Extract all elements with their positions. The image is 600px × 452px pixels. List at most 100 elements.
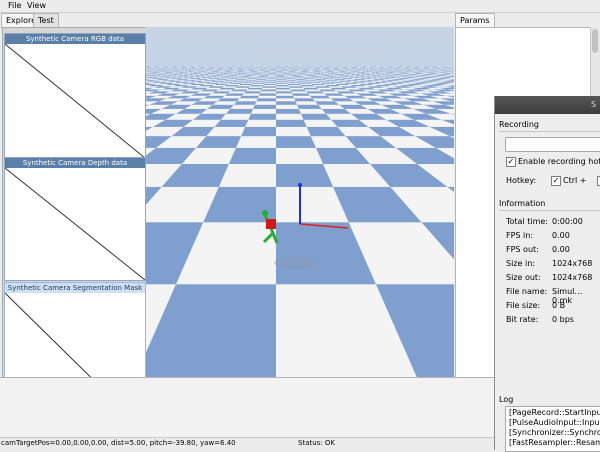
floor-tile [250,85,264,86]
log-view[interactable]: [PageRecord::StartInput [PulseAudioInput… [505,406,600,452]
floor-tile [311,77,321,78]
hotkey-label: Hotkey: [506,176,536,185]
floor-tile [300,75,309,76]
floor-tile [321,74,330,75]
floor-tile [284,76,293,77]
floor-tile [241,127,276,136]
floor-tile [269,74,277,75]
floor-tile [320,74,329,75]
floor-tile [298,74,306,75]
floor-tile [261,74,269,75]
ctrl-checkbox[interactable]: ✓ [551,176,561,186]
app-status-text: Status: OK [298,438,335,449]
floor-tile [276,91,292,93]
floor-tile [299,75,308,76]
floor-tile [276,127,311,136]
floor-tile [276,96,294,99]
floor-tile [310,76,320,77]
floor-tile [253,83,265,84]
floor-tile [230,77,241,78]
floor-tile [233,76,243,77]
floor-tile [276,84,288,85]
info-value: 0:00:00 [552,217,583,226]
floor-tile [251,76,260,77]
depth-camera-placeholder [5,168,145,280]
floor-tile [221,114,251,120]
floor-tile [254,81,265,82]
rgb-camera-panel[interactable]: Synthetic Camera RGB data [4,33,146,159]
floor-tile [311,84,325,85]
floor-tile [229,148,276,164]
floor-tile [320,77,330,78]
floor-tile [237,98,258,101]
info-label: Bit rate: [506,315,538,324]
log-section-label: Log [499,395,513,404]
floor-tile [239,84,252,85]
log-line: [Synchronizer::Synchro [509,428,600,438]
params-scroll-thumb[interactable] [592,29,598,53]
floor-tile [261,90,276,92]
floor-tile [286,80,297,81]
tab-params[interactable]: Params [455,13,495,27]
floor-tile [224,76,234,77]
menu-file[interactable]: File [8,1,21,11]
floor-tile [231,82,244,83]
floor-tile [236,79,247,80]
floor-tile [230,105,255,109]
left-tab-bar: Explorer Test [0,13,146,27]
robot-shadow [274,257,318,269]
enable-hotkey-checkbox[interactable]: ✓ [506,157,516,167]
depth-camera-panel[interactable]: Synthetic Camera Depth data [4,157,146,281]
floor-tile [226,76,236,77]
floor-tile [276,77,285,78]
floor-tile [259,76,268,77]
floor-tile [276,93,293,95]
floor-tile [276,109,301,114]
floor-tile [312,74,321,75]
floor-tile [309,76,318,77]
floor-tile [276,90,291,92]
floor-tile [221,75,230,76]
tab-test[interactable]: Test [33,13,59,27]
floor-tile [224,80,236,81]
floor-tile [260,75,268,76]
recording-output-field[interactable] [505,137,600,152]
floor-tile [268,75,276,76]
3d-viewport[interactable] [146,27,454,377]
floor-tile [291,74,299,75]
floor-tile [276,75,284,76]
floor-tile [316,80,328,81]
floor-tile [276,114,304,120]
floor-tile [276,86,290,88]
floor-tile [303,88,319,90]
floor-tile [226,109,253,114]
depth-camera-view [5,168,145,280]
floor-tile [249,77,259,78]
info-label: Total time: [506,217,548,226]
menu-bar: File View [0,0,600,13]
floor-tile [249,86,263,88]
floor-tile [268,76,276,77]
recording-section-label: Recording [499,120,539,129]
floor-tile [305,79,316,80]
menu-view[interactable]: View [27,1,46,11]
floor-tile [308,82,321,83]
floor-tile [286,79,296,80]
floor-tile [234,80,246,81]
floor-tile [276,81,287,82]
floor-tile [276,82,287,83]
floor-tile [224,85,239,86]
floor-tile [262,86,276,88]
floor-tile [301,85,315,86]
floor-tile [239,74,247,75]
floor-tile [220,82,233,83]
floor-tile [306,74,315,75]
recorder-title-bar[interactable]: S [495,96,600,114]
floor-tile [265,82,276,83]
floor-tile [287,82,299,83]
floor-tile [252,75,260,76]
floor-tile [284,75,292,76]
floor-tile [284,76,293,77]
floor-tile [298,82,310,83]
floor-tile [227,75,236,76]
